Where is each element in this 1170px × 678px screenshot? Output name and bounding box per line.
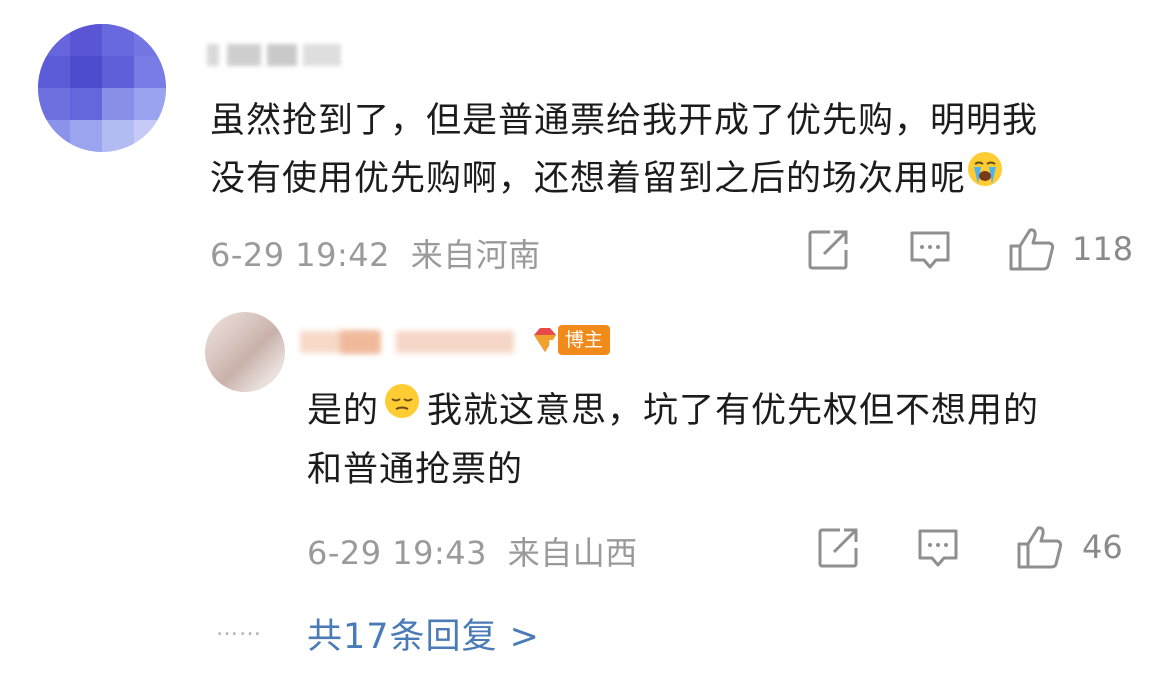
reply-location: 来自山西 xyxy=(507,534,638,572)
share-icon[interactable] xyxy=(816,526,860,574)
comment-body: 虽然抢到了，但是普通票给我开成了优先购，明明我 没有使用优先购啊，还想着留到之后… xyxy=(210,92,1130,209)
crying-emoji-icon xyxy=(966,148,1004,206)
reply-text-line: 和普通抢票的 xyxy=(307,450,524,490)
commenter-username[interactable] xyxy=(205,38,345,72)
blogger-tag: 博主 xyxy=(558,325,611,355)
comment-text-line: 虽然抢到了，但是普通票给我开成了优先购，明明我 xyxy=(210,101,1039,141)
comment-timestamp: 6-29 19:42 xyxy=(210,236,391,274)
comment-icon[interactable] xyxy=(908,228,952,276)
replier-avatar[interactable] xyxy=(205,312,285,392)
comment-location: 来自河南 xyxy=(410,236,541,274)
like-count: 46 xyxy=(1082,528,1123,566)
reply-meta: 6-29 19:43 来自山西 xyxy=(307,528,638,574)
blogger-badge: 5 博主 xyxy=(530,322,611,358)
more-replies-dots: …… xyxy=(216,616,262,641)
like-icon[interactable] xyxy=(1008,226,1056,276)
rank-level: 5 xyxy=(548,339,558,354)
rank-gem-icon: 5 xyxy=(530,325,560,355)
reply-body: 是的 我就这意思，坑了有优先权但不想用的 和普通抢票的 xyxy=(307,382,1127,499)
like-icon[interactable] xyxy=(1016,524,1064,574)
more-replies-link[interactable]: 共17条回复 > xyxy=(307,608,540,659)
replier-username[interactable] xyxy=(300,322,520,360)
share-icon[interactable] xyxy=(806,228,850,276)
commenter-avatar[interactable] xyxy=(38,24,166,152)
like-count: 118 xyxy=(1072,230,1134,268)
reply-text-line: 是的 我就这意思，坑了有优先权但不想用的 xyxy=(307,382,1127,441)
comment-icon[interactable] xyxy=(916,526,960,574)
pensive-emoji-icon xyxy=(383,380,421,438)
comment-text-line: 没有使用优先购啊，还想着留到之后的场次用呢 xyxy=(210,150,1130,209)
reply-timestamp: 6-29 19:43 xyxy=(307,534,488,572)
comment-meta: 6-29 19:42 来自河南 xyxy=(210,230,541,276)
